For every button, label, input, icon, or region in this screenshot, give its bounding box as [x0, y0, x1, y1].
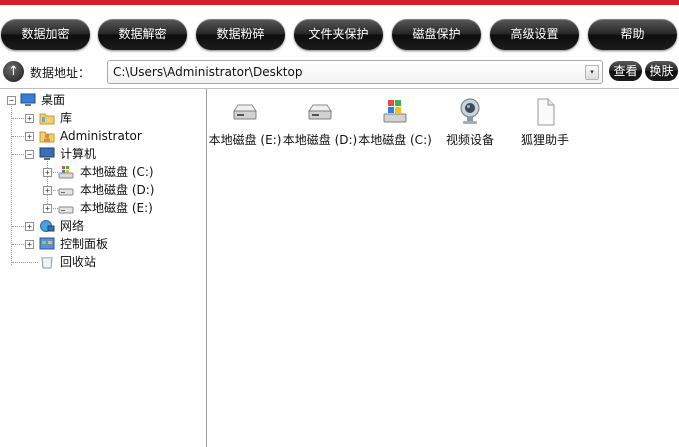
- drive-icon: [308, 104, 332, 120]
- file-label: 本地磁盘 (D:): [282, 133, 358, 147]
- drive-icon: [58, 188, 74, 196]
- tree-node-desktop[interactable]: − 桌面: [0, 92, 200, 109]
- address-label: 数据地址：: [30, 66, 91, 80]
- computer-icon: [39, 147, 55, 160]
- drive-icon: [58, 206, 74, 214]
- tree-node-disk-e[interactable]: + 本地磁盘 (E:): [0, 200, 200, 217]
- address-bar-row: ↑ 数据地址： C:\Users\Administrator\Desktop ▾…: [0, 58, 679, 86]
- tree-node-computer[interactable]: − 计算机: [0, 146, 200, 163]
- document-icon: [537, 98, 555, 126]
- address-value: C:\Users\Administrator\Desktop: [113, 65, 303, 79]
- tree-node-control-panel[interactable]: + 控制面板: [0, 236, 200, 253]
- expand-icon[interactable]: +: [25, 240, 34, 249]
- expand-icon[interactable]: +: [25, 132, 34, 141]
- desktop-icon: [20, 93, 36, 106]
- shred-data-button[interactable]: 数据粉碎: [196, 19, 285, 50]
- expand-icon[interactable]: +: [43, 168, 52, 177]
- network-icon: [40, 220, 55, 232]
- disk-protect-button[interactable]: 磁盘保护: [392, 19, 481, 50]
- tree-node-disk-c[interactable]: + 本地磁盘 (C:): [0, 164, 200, 181]
- tree-label-disk-d: 本地磁盘 (D:): [80, 183, 155, 197]
- system-drive-icon: [383, 100, 407, 123]
- tree-node-recycle-bin[interactable]: 回收站: [0, 254, 200, 271]
- tree-label-disk-e: 本地磁盘 (E:): [80, 201, 153, 215]
- decrypt-data-button[interactable]: 数据解密: [98, 19, 187, 50]
- chevron-down-icon[interactable]: ▾: [585, 65, 599, 80]
- file-label: 本地磁盘 (E:): [208, 133, 282, 147]
- tree-label-control-panel: 控制面板: [60, 237, 109, 251]
- tree-label-disk-c: 本地磁盘 (C:): [80, 165, 154, 179]
- advanced-settings-button[interactable]: 高级设置: [490, 19, 579, 50]
- view-button[interactable]: 查看: [609, 61, 642, 81]
- tree-label-network: 网络: [60, 219, 85, 233]
- file-list-panel: 本地磁盘 (E:) 本地磁盘 (D:) 本地磁盘 (C:) 视频设备 狐狸助手: [207, 88, 679, 447]
- recycle-bin-icon: [41, 257, 53, 269]
- expand-icon[interactable]: +: [43, 204, 52, 213]
- tree-node-network[interactable]: + 网络: [0, 218, 200, 235]
- address-input[interactable]: C:\Users\Administrator\Desktop ▾: [107, 60, 603, 84]
- system-drive-icon: [58, 166, 74, 179]
- user-folder-icon: [39, 131, 55, 143]
- tree-label-desktop: 桌面: [41, 93, 66, 107]
- control-panel-icon: [39, 237, 55, 250]
- main-toolbar: 数据加密 数据解密 数据粉碎 文件夹保护 磁盘保护 高级设置 帮助: [0, 5, 679, 57]
- collapse-icon[interactable]: −: [7, 96, 16, 105]
- folder-tree-panel: − 桌面 + 库 + Administrator − 计算机 + 本地磁盘 (C…: [0, 88, 207, 447]
- expand-icon[interactable]: +: [43, 186, 52, 195]
- tree-label-administrator: Administrator: [60, 129, 142, 143]
- tree-label-library: 库: [60, 111, 73, 125]
- tree-node-disk-d[interactable]: + 本地磁盘 (D:): [0, 182, 200, 199]
- tree-label-computer: 计算机: [60, 147, 97, 161]
- file-item-video-device[interactable]: 视频设备: [432, 97, 508, 148]
- help-button[interactable]: 帮助: [588, 19, 677, 50]
- encrypt-data-button[interactable]: 数据加密: [1, 19, 90, 50]
- file-item-fox-assistant[interactable]: 狐狸助手: [507, 97, 583, 148]
- expand-icon[interactable]: +: [25, 222, 34, 231]
- drive-icon: [233, 104, 257, 120]
- tree-node-library[interactable]: + 库: [0, 110, 200, 127]
- file-item-disk-d[interactable]: 本地磁盘 (D:): [282, 97, 358, 148]
- up-arrow-icon[interactable]: ↑: [3, 61, 24, 82]
- file-item-disk-e[interactable]: 本地磁盘 (E:): [207, 97, 283, 148]
- file-label: 狐狸助手: [520, 133, 569, 147]
- collapse-icon[interactable]: −: [25, 150, 34, 159]
- file-label: 视频设备: [445, 133, 494, 147]
- expand-icon[interactable]: +: [25, 114, 34, 123]
- library-folder-icon: [39, 113, 55, 125]
- file-item-disk-c[interactable]: 本地磁盘 (C:): [357, 97, 433, 148]
- webcam-icon: [460, 98, 480, 124]
- change-skin-button[interactable]: 换肤: [645, 61, 678, 81]
- folder-protect-button[interactable]: 文件夹保护: [294, 19, 383, 50]
- tree-label-recycle-bin: 回收站: [60, 255, 97, 269]
- tree-node-administrator[interactable]: + Administrator: [0, 128, 200, 145]
- file-label: 本地磁盘 (C:): [358, 133, 432, 147]
